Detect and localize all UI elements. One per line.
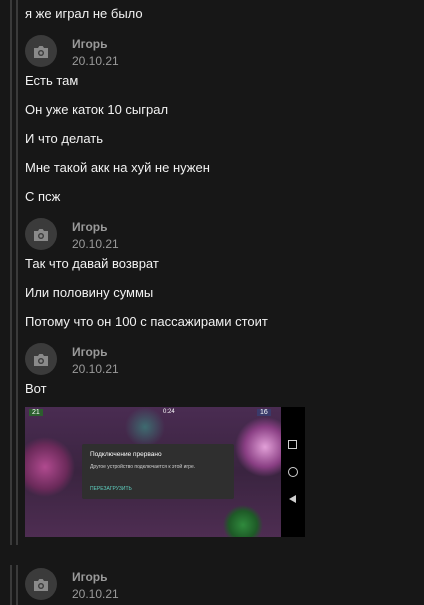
message-header: Игорь 20.10.21 xyxy=(25,343,325,379)
avatar[interactable] xyxy=(25,343,57,375)
thread-line xyxy=(10,0,12,545)
author-name[interactable]: Игорь xyxy=(72,345,108,359)
message-text: Он уже каток 10 сыграл xyxy=(25,102,169,117)
camera-icon xyxy=(34,45,48,58)
hud-timer: 0:24 xyxy=(163,409,175,415)
home-icon xyxy=(288,467,298,477)
hud-score: 16 xyxy=(257,409,271,416)
dialog-body: Другое устройство подключается к этой иг… xyxy=(90,464,196,470)
chat-history: я же играл не было Игорь 20.10.21 Есть т… xyxy=(0,0,424,605)
camera-icon xyxy=(34,228,48,241)
camera-icon xyxy=(34,353,48,366)
message-header: Игорь 20.10.21 xyxy=(25,35,325,71)
message-header: Игорь 20.10.21 xyxy=(25,218,325,254)
avatar[interactable] xyxy=(25,568,57,600)
reload-button: ПЕРЕЗАГРУЗИТЬ xyxy=(90,486,132,492)
hud-trophies: 21 xyxy=(29,409,43,416)
thread-line xyxy=(16,0,18,545)
thread-line xyxy=(10,565,12,605)
message-text: Или половину суммы xyxy=(25,285,154,300)
android-nav-bar xyxy=(281,407,305,537)
message-date: 20.10.21 xyxy=(72,362,119,376)
message-text: Вот xyxy=(25,381,47,396)
author-name[interactable]: Игорь xyxy=(72,37,108,51)
recents-icon xyxy=(288,440,297,449)
author-name[interactable]: Игорь xyxy=(72,220,108,234)
message-text: Так что давай возврат xyxy=(25,256,159,271)
message-text: Мне такой акк на хуй не нужен xyxy=(25,160,210,175)
message-text: С псж xyxy=(25,189,61,204)
dialog-title: Подключение прервано xyxy=(90,451,162,458)
message-text: И что делать xyxy=(25,131,104,146)
avatar[interactable] xyxy=(25,218,57,250)
message-text: Есть там xyxy=(25,73,79,88)
message-date: 20.10.21 xyxy=(72,54,119,68)
message-date: 20.10.21 xyxy=(72,237,119,251)
avatar[interactable] xyxy=(25,35,57,67)
connection-lost-dialog: Подключение прервано Другое устройство п… xyxy=(82,444,234,499)
thread-line xyxy=(16,565,18,605)
message-text: я же играл не было xyxy=(25,6,143,21)
attached-image[interactable]: 21 0:24 16 Подключение прервано Другое у… xyxy=(25,407,305,537)
camera-icon xyxy=(34,578,48,591)
author-name[interactable]: Игорь xyxy=(72,570,108,584)
message-header: Игорь 20.10.21 xyxy=(25,568,325,604)
message-date: 20.10.21 xyxy=(72,587,119,601)
message-text: Потому что он 100 с пассажирами стоит xyxy=(25,314,268,329)
back-icon xyxy=(289,495,296,503)
